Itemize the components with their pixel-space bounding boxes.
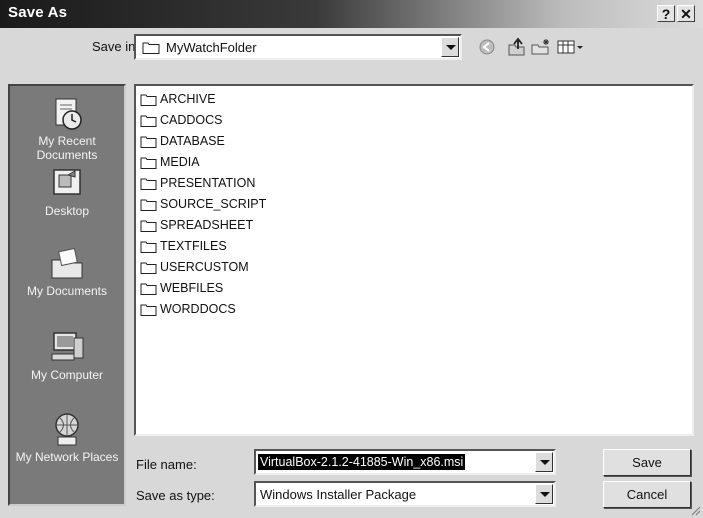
recent-documents-icon <box>55 98 82 130</box>
folder-icon <box>140 283 157 295</box>
views-menu-icon[interactable] <box>556 37 586 57</box>
folder-name: ARCHIVE <box>160 92 216 106</box>
network-places-icon <box>55 413 79 446</box>
folder-name: PRESENTATION <box>160 176 256 190</box>
folder-name: SOURCE_SCRIPT <box>160 197 267 211</box>
place-label: My Recent Documents <box>36 134 98 162</box>
folder-name: WORDDOCS <box>160 302 236 316</box>
file-name-field[interactable]: VirtualBox-2.1.2-41885-Win_x86.msi <box>254 449 556 475</box>
place-recent-documents[interactable]: My Recent Documents <box>10 96 124 162</box>
up-folder-icon[interactable] <box>506 37 528 57</box>
folder-name: USERCUSTOM <box>160 260 249 274</box>
file-name-label: File name: <box>136 457 197 472</box>
folder-name: MEDIA <box>160 155 200 169</box>
desktop-icon <box>53 169 81 195</box>
chevron-down-icon[interactable] <box>535 452 553 472</box>
folder-name: TEXTFILES <box>160 239 227 253</box>
save-as-type-dropdown[interactable]: Windows Installer Package <box>254 481 556 507</box>
place-label: My Documents <box>26 284 108 298</box>
place-desktop[interactable]: Desktop <box>10 166 124 218</box>
place-label: Desktop <box>44 204 90 218</box>
close-button[interactable]: ✕ <box>677 5 695 22</box>
chevron-down-icon[interactable] <box>535 484 553 504</box>
folder-icon <box>140 178 157 190</box>
save-in-label: Save in: <box>92 39 139 54</box>
folder-icon <box>140 94 157 106</box>
save-button[interactable]: Save <box>603 449 691 476</box>
folder-icon <box>140 220 157 232</box>
file-list[interactable]: ARCHIVE CADDOCS DATABASE MEDIA PRESENTAT… <box>134 84 694 436</box>
resize-grip-icon[interactable] <box>689 504 701 516</box>
folder-name: WEBFILES <box>160 281 224 295</box>
window-title: Save As <box>8 4 68 21</box>
folder-icon <box>140 241 157 253</box>
back-icon[interactable] <box>476 37 498 57</box>
save-in-value: MyWatchFolder <box>166 40 257 55</box>
places-bar: My Recent Documents Desktop My Documents… <box>8 84 126 506</box>
folder-icon <box>140 115 157 127</box>
my-computer-icon <box>51 332 84 361</box>
folder-icon <box>140 136 157 148</box>
new-folder-icon[interactable] <box>530 37 552 57</box>
folder-name: DATABASE <box>160 134 225 148</box>
folder-icon <box>140 157 157 169</box>
folder-name: CADDOCS <box>160 113 223 127</box>
title-bar[interactable]: Save As ? ✕ <box>0 0 703 28</box>
help-button[interactable]: ? <box>657 5 675 22</box>
cancel-button[interactable]: Cancel <box>603 481 691 508</box>
my-documents-icon <box>51 247 83 279</box>
place-my-documents[interactable]: My Documents <box>10 246 124 298</box>
save-as-type-label: Save as type: <box>136 488 215 503</box>
save-as-type-value: Windows Installer Package <box>260 487 417 502</box>
place-label: My Network Places <box>15 450 119 464</box>
place-label: My Computer <box>30 368 104 382</box>
place-my-computer[interactable]: My Computer <box>10 330 124 382</box>
folder-icon <box>140 262 157 274</box>
chevron-down-icon[interactable] <box>441 37 459 57</box>
place-network[interactable]: My Network Places <box>10 412 124 464</box>
save-in-dropdown[interactable]: MyWatchFolder <box>134 34 462 60</box>
folder-icon <box>142 42 160 54</box>
folder-name: SPREADSHEET <box>160 218 254 232</box>
folder-icon <box>140 304 157 316</box>
file-name-value[interactable]: VirtualBox-2.1.2-41885-Win_x86.msi <box>258 454 466 470</box>
folder-icon <box>140 199 157 211</box>
